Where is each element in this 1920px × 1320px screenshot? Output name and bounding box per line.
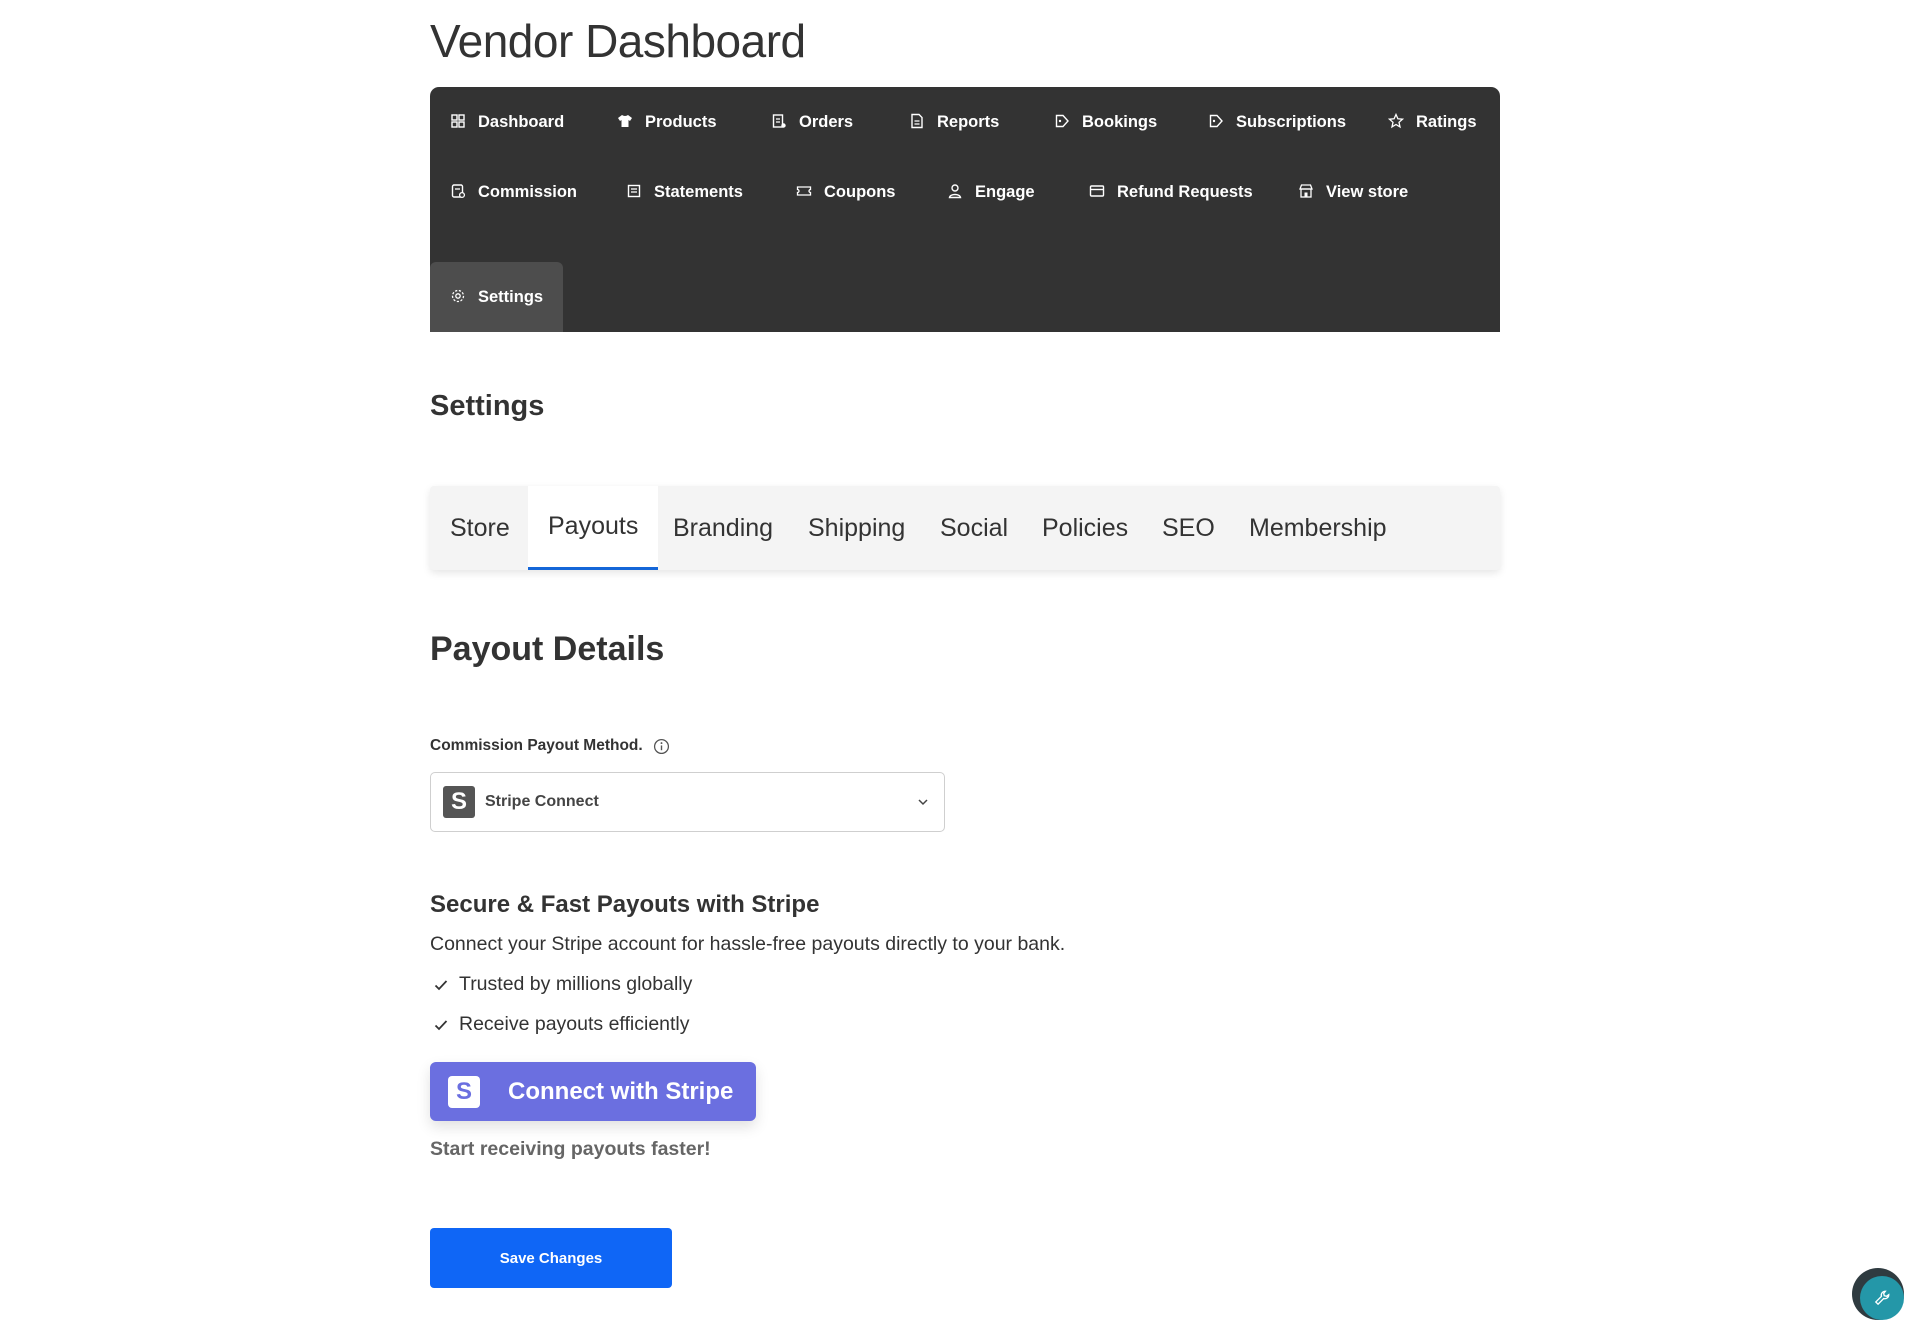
check-icon xyxy=(433,977,449,993)
nav-item-bookings[interactable]: Bookings xyxy=(1054,87,1157,157)
section-title: Settings xyxy=(430,390,545,422)
stripe-logo-icon: S xyxy=(448,1075,480,1108)
tshirt-icon xyxy=(617,113,635,131)
nav-item-label: Ratings xyxy=(1416,112,1477,131)
nav-item-commission[interactable]: Commission xyxy=(450,157,577,227)
check-icon xyxy=(433,1017,449,1033)
nav-item-settings[interactable]: Settings xyxy=(430,262,564,332)
nav-item-label: Refund Requests xyxy=(1117,182,1253,201)
tab-social[interactable]: Social xyxy=(940,486,1008,570)
help-widget-button[interactable] xyxy=(1852,1268,1904,1320)
nav-item-orders[interactable]: Orders xyxy=(771,87,853,157)
info-icon[interactable] xyxy=(653,738,670,755)
tab-shipping[interactable]: Shipping xyxy=(808,486,905,570)
connect-with-stripe-button[interactable]: S Connect with Stripe xyxy=(430,1062,756,1121)
nav-item-statements[interactable]: Statements xyxy=(626,157,743,227)
ticket-icon xyxy=(796,183,814,201)
tab-policies[interactable]: Policies xyxy=(1042,486,1128,570)
benefit-item: Receive payouts efficiently xyxy=(433,1013,690,1036)
nav-item-subscriptions[interactable]: Subscriptions xyxy=(1208,87,1346,157)
nav-item-dashboard[interactable]: Dashboard xyxy=(450,87,564,157)
wrench-icon xyxy=(1860,1276,1904,1320)
order-icon xyxy=(771,113,789,131)
chevron-down-icon xyxy=(916,795,930,814)
nav-item-label: Bookings xyxy=(1082,112,1158,131)
card-icon xyxy=(1089,183,1107,201)
benefit-text: Receive payouts efficiently xyxy=(459,1013,690,1035)
tab-store[interactable]: Store xyxy=(450,486,510,570)
nav-item-label: Reports xyxy=(937,112,1000,131)
nav-item-coupons[interactable]: Coupons xyxy=(796,157,896,227)
payout-method-label: Commission Payout Method. xyxy=(430,737,670,755)
report-icon xyxy=(909,113,927,131)
statement-icon xyxy=(626,183,644,201)
store-icon xyxy=(1298,183,1316,201)
nav-item-reports[interactable]: Reports xyxy=(909,87,999,157)
tag-icon xyxy=(1054,113,1072,131)
nav-item-ratings[interactable]: Ratings xyxy=(1388,87,1477,157)
user-icon xyxy=(947,183,965,201)
nav-item-label: Orders xyxy=(799,112,854,131)
tag-icon xyxy=(1208,113,1226,131)
benefit-item: Trusted by millions globally xyxy=(433,973,692,996)
nav-item-refund-requests[interactable]: Refund Requests xyxy=(1089,157,1253,227)
tab-payouts[interactable]: Payouts xyxy=(528,486,659,570)
tab-seo[interactable]: SEO xyxy=(1162,486,1215,570)
nav-item-label: Settings xyxy=(478,287,544,306)
stripe-logo-icon: S xyxy=(443,786,475,818)
grid-icon xyxy=(450,113,468,131)
nav-item-label: Commission xyxy=(478,182,578,201)
connect-with-stripe-label: Connect with Stripe xyxy=(508,1077,734,1105)
stripe-tagline: Start receiving payouts faster! xyxy=(430,1138,711,1160)
nav-item-label: View store xyxy=(1326,182,1409,201)
nav-item-label: Products xyxy=(645,112,717,131)
vendor-nav-menu: Dashboard Products Orders Reports Bookin… xyxy=(430,87,1500,332)
nav-item-label: Engage xyxy=(975,182,1035,201)
payout-method-select[interactable]: S Stripe Connect xyxy=(430,772,945,832)
nav-item-products[interactable]: Products xyxy=(617,87,717,157)
nav-item-view-store[interactable]: View store xyxy=(1298,157,1408,227)
commission-icon xyxy=(450,183,468,201)
payout-method-value: Stripe Connect xyxy=(485,793,599,810)
payout-details-heading: Payout Details xyxy=(430,630,665,668)
nav-item-label: Coupons xyxy=(824,182,896,201)
star-icon xyxy=(1388,113,1406,131)
payout-method-label-text: Commission Payout Method. xyxy=(430,737,643,754)
nav-item-engage[interactable]: Engage xyxy=(947,157,1035,227)
nav-item-label: Dashboard xyxy=(478,112,565,131)
nav-item-label: Statements xyxy=(654,182,743,201)
page-title: Vendor Dashboard xyxy=(430,15,806,67)
benefit-text: Trusted by millions globally xyxy=(459,973,693,995)
settings-tabs: Store Payouts Branding Shipping Social P… xyxy=(430,486,1500,570)
tab-branding[interactable]: Branding xyxy=(673,486,773,570)
stripe-promo-description: Connect your Stripe account for hassle-f… xyxy=(430,933,1066,955)
stripe-promo-title: Secure & Fast Payouts with Stripe xyxy=(430,891,820,918)
tab-membership[interactable]: Membership xyxy=(1249,486,1387,570)
save-changes-button[interactable]: Save Changes xyxy=(430,1228,672,1288)
nav-item-label: Subscriptions xyxy=(1236,112,1347,131)
gear-icon xyxy=(450,288,468,306)
